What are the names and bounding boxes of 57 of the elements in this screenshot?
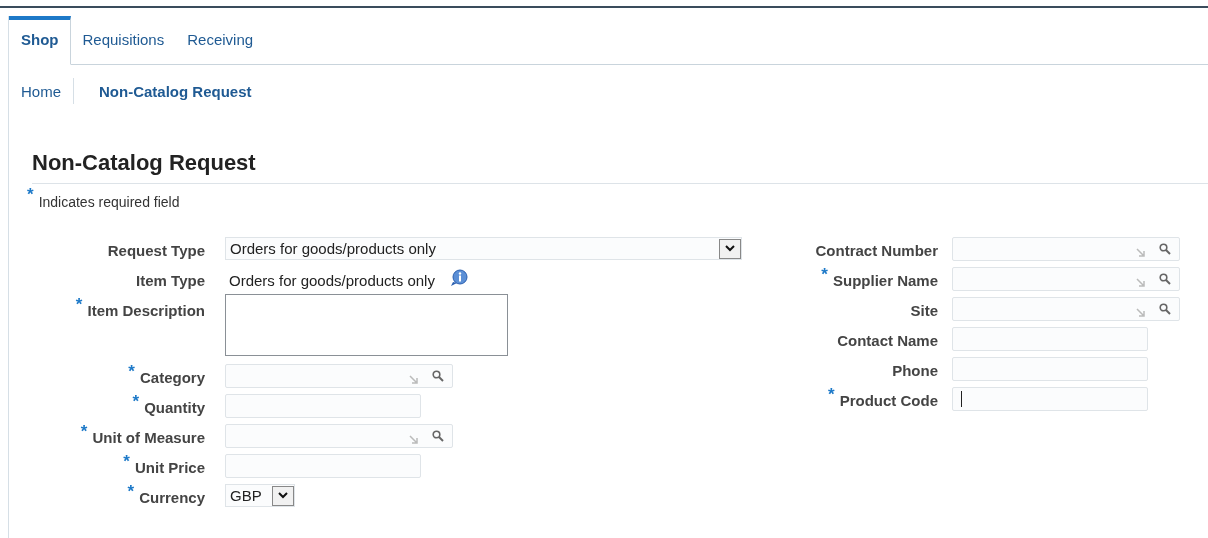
lookup-field[interactable] [225,423,453,448]
field-label: Item Description [87,301,205,319]
field-label: Site [910,301,938,319]
search-icon[interactable] [1159,302,1171,315]
field-label: Unit Price [134,458,205,476]
field-label: Quantity [144,398,205,416]
required-asterisk: * [828,388,835,402]
field-label: Category [139,368,205,386]
input-field[interactable] [225,453,421,478]
breadcrumb-link[interactable]: Non-Catalog Request [74,82,264,100]
required-asterisk: * [128,365,135,379]
required-asterisk: * [821,268,828,282]
chevron-down-icon [725,245,735,252]
input-field[interactable] [225,393,421,418]
arrow-icon [1136,308,1145,317]
arrow-icon [1136,278,1145,287]
input-field[interactable] [952,386,1148,411]
page-title: Non-Catalog Request [32,149,1208,184]
tab[interactable]: Requisitions [70,16,176,65]
tab[interactable]: Shop [9,16,71,65]
required-legend: Indicates required field [38,188,180,210]
input-field[interactable] [952,356,1148,381]
search-icon[interactable] [1159,242,1171,255]
required-asterisk: * [27,188,34,202]
chevron-down-icon [278,492,288,499]
field-label: Contact Name [837,331,938,349]
required-asterisk: * [127,485,135,499]
select-field[interactable]: Orders for goods/products only [225,237,742,260]
field-label: Request Type [107,241,205,259]
lookup-field[interactable] [952,296,1180,321]
field-label: Phone [892,361,938,379]
lookup-field[interactable] [225,363,453,388]
info-icon [448,268,469,287]
tab[interactable]: Receiving [175,16,265,65]
required-asterisk: * [75,298,83,312]
required-asterisk: * [80,425,88,439]
field-value: Orders for goods/products only [229,270,435,289]
search-icon[interactable] [432,369,444,382]
input-field[interactable] [952,326,1148,351]
text-area[interactable] [225,294,508,356]
field-label: Supplier Name [832,271,938,289]
select-field[interactable]: GBP [225,484,295,507]
lookup-field[interactable] [952,236,1180,261]
field-label: Unit of Measure [92,428,205,446]
arrow-icon [1136,248,1145,257]
search-icon[interactable] [1159,272,1171,285]
search-icon[interactable] [432,429,444,442]
field-label: Contract Number [815,241,938,259]
breadcrumb-link[interactable]: Home [9,82,73,100]
arrow-icon [409,435,418,444]
field-label: Item Type [136,271,205,289]
field-label: Product Code [839,391,938,409]
field-label: Currency [139,488,205,506]
lookup-field[interactable] [952,266,1180,291]
required-asterisk: * [123,455,130,469]
required-asterisk: * [132,395,140,409]
arrow-icon [409,375,418,384]
